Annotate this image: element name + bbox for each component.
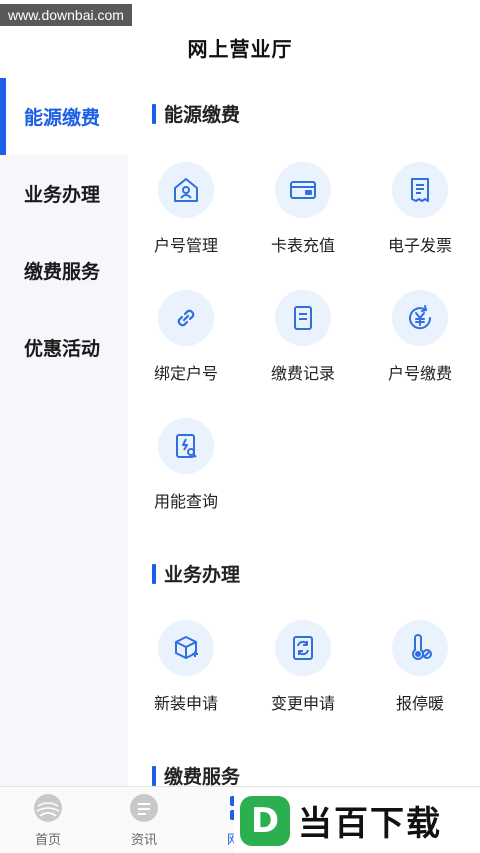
record-icon: [275, 290, 331, 346]
tab-label: 首页: [34, 833, 61, 848]
section-header-business: 业务办理: [152, 560, 240, 587]
grid-item-label: 电子发票: [387, 236, 452, 255]
grid-item-stop-heating[interactable]: 报停暖: [370, 620, 470, 714]
brand-watermark: D 当百下载: [234, 788, 480, 853]
grid-item-payment-record[interactable]: 缴费记录: [253, 290, 353, 384]
grid-item-label: 新装申请: [153, 694, 218, 713]
box-add-icon: [158, 620, 214, 676]
section-header-payment-service: 缴费服务: [152, 762, 240, 786]
sidebar-item-promotions[interactable]: 优惠活动: [0, 309, 128, 386]
section-header-energy: 能源缴费: [152, 100, 240, 127]
grid-item-change-request[interactable]: 变更申请: [253, 620, 353, 714]
brand-text: 当百下载: [298, 804, 442, 844]
page-title: 网上营业厅: [187, 37, 293, 61]
card-icon: [275, 162, 331, 218]
sidebar: 能源缴费 业务办理 缴费服务 优惠活动: [0, 78, 128, 786]
tab-news[interactable]: 资讯: [96, 787, 192, 853]
change-doc-icon: [275, 620, 331, 676]
grid-item-account-payment[interactable]: 户号缴费: [370, 290, 470, 384]
invoice-icon: [392, 162, 448, 218]
main-content: 能源缴费 户号管理 卡表充值 电子发票 绑定户号 缴费记录 户号缴费 用能查询 …: [128, 78, 480, 786]
grid-item-label: 用能查询: [153, 492, 218, 511]
grid-item-bind-account[interactable]: 绑定户号: [136, 290, 236, 384]
grid-item-label: 变更申请: [270, 694, 335, 713]
section-accent-bar: [152, 765, 156, 786]
sidebar-item-payment-service[interactable]: 缴费服务: [0, 232, 128, 309]
grid-item-label: 卡表充值: [270, 236, 335, 255]
grid-item-energy-query[interactable]: 用能查询: [136, 418, 236, 512]
section-title: 能源缴费: [164, 104, 241, 126]
grid-item-card-recharge[interactable]: 卡表充值: [253, 162, 353, 256]
grid-item-e-invoice[interactable]: 电子发票: [370, 162, 470, 256]
grid-item-label: 报停暖: [395, 694, 444, 713]
yuan-refresh-icon: [392, 290, 448, 346]
grid-item-label: 户号管理: [153, 236, 218, 255]
link-icon: [158, 290, 214, 346]
tab-label: 资讯: [130, 833, 157, 848]
news-chat-icon: [127, 791, 161, 825]
grid-item-label: 缴费记录: [270, 364, 335, 383]
house-user-icon: [158, 162, 214, 218]
grid-item-new-install[interactable]: 新装申请: [136, 620, 236, 714]
energy-search-icon: [158, 418, 214, 474]
site-watermark: www.downbai.com: [0, 4, 132, 26]
sidebar-item-energy-payment[interactable]: 能源缴费: [0, 78, 128, 155]
brand-logo-letter: D: [250, 800, 280, 841]
section-title: 缴费服务: [164, 766, 241, 786]
section-accent-bar: [152, 563, 156, 584]
grid-item-label: 户号缴费: [387, 364, 452, 383]
grid-item-account-manage[interactable]: 户号管理: [136, 162, 236, 256]
tab-home[interactable]: 首页: [0, 787, 96, 853]
brand-logo-icon: D: [240, 795, 290, 846]
section-accent-bar: [152, 103, 156, 124]
thermometer-stop-icon: [392, 620, 448, 676]
section-title: 业务办理: [164, 564, 241, 586]
home-globe-icon: [31, 791, 65, 825]
grid-item-label: 绑定户号: [153, 364, 218, 383]
sidebar-item-business[interactable]: 业务办理: [0, 155, 128, 232]
